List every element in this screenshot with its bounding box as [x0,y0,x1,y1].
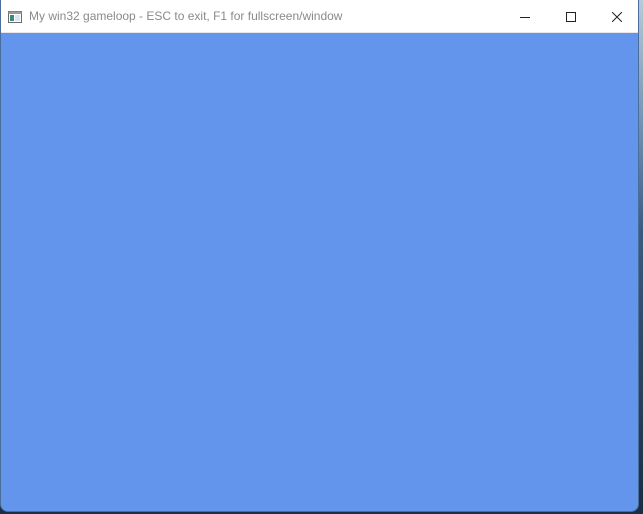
title-bar[interactable]: My win32 gameloop - ESC to exit, F1 for … [1,0,638,33]
app-window: My win32 gameloop - ESC to exit, F1 for … [0,0,639,512]
maximize-icon [566,11,576,22]
window-title: My win32 gameloop - ESC to exit, F1 for … [29,9,343,23]
window-controls [502,0,638,33]
minimize-button[interactable] [502,0,548,33]
close-button[interactable] [594,0,638,33]
maximize-button[interactable] [548,0,594,33]
close-icon [612,11,622,22]
window-app-icon[interactable] [8,10,22,23]
game-client-area[interactable] [1,33,638,511]
desktop-wallpaper-strip [639,0,643,514]
minimize-icon [520,16,530,18]
